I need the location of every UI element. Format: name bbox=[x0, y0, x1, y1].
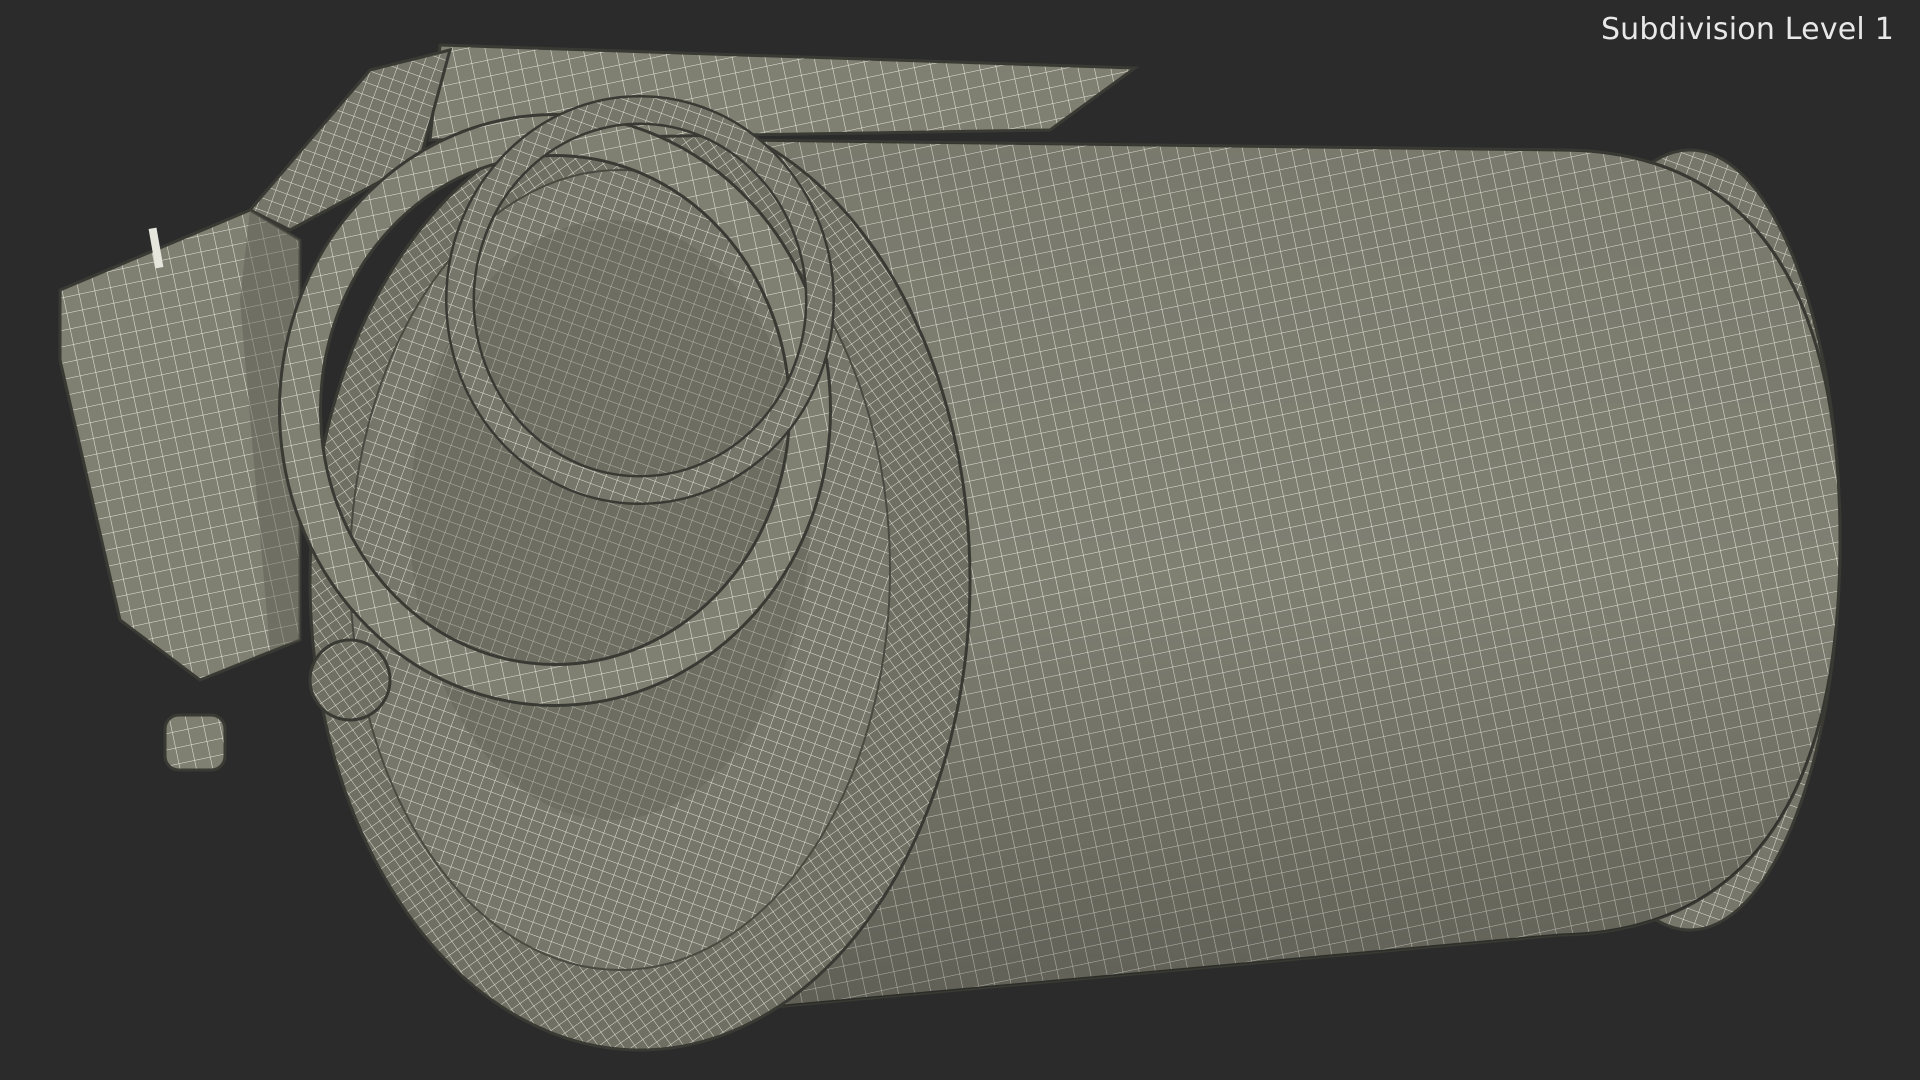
wireframe-model-render bbox=[58, 43, 1842, 1052]
render-viewport: Subdivision Level 1 bbox=[0, 0, 1920, 1080]
fuse-housing bbox=[58, 208, 302, 682]
front-rim bbox=[308, 108, 972, 1052]
subdivision-level-label: Subdivision Level 1 bbox=[1600, 12, 1894, 47]
